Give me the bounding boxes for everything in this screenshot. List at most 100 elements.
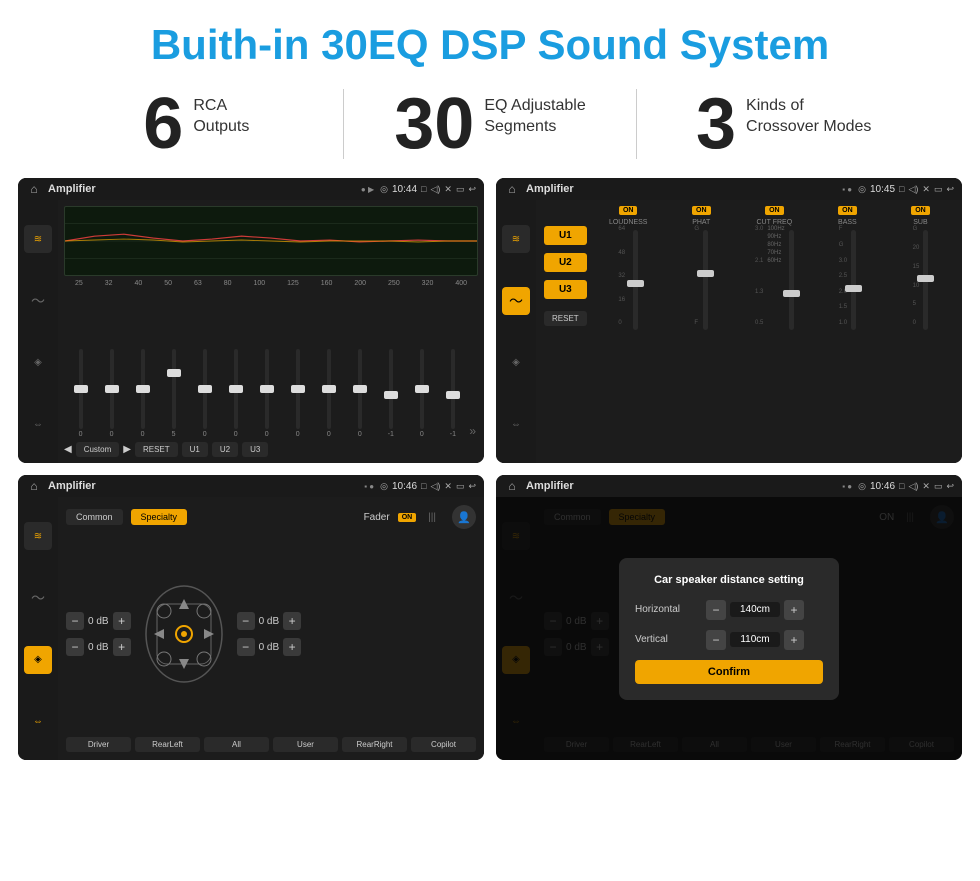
window-icon-2: ▭ — [934, 184, 943, 195]
more-icon[interactable]: » — [469, 424, 476, 438]
on-badge-loudness[interactable]: ON — [619, 206, 638, 215]
mixer-wave-icon[interactable]: 〜 — [502, 287, 530, 315]
tab-common[interactable]: Common — [66, 509, 123, 525]
home-icon-2[interactable]: ⌂ — [504, 181, 520, 197]
track-loudness[interactable] — [633, 230, 638, 330]
back-icon-3[interactable]: ↩ — [468, 481, 476, 492]
window-icon-3: ▭ — [456, 481, 465, 492]
user-btn[interactable]: User — [273, 737, 338, 752]
db-minus-3[interactable]: − — [237, 612, 255, 630]
on-badge-cutfreq[interactable]: ON — [765, 206, 784, 215]
db-minus-2[interactable]: − — [66, 638, 84, 656]
u3-btn-eq[interactable]: U3 — [242, 442, 268, 457]
db-plus-1[interactable]: + — [113, 612, 131, 630]
fader-filter-icon[interactable]: ≋ — [24, 522, 52, 550]
time-1: 10:44 — [392, 184, 417, 195]
track-phat[interactable] — [703, 230, 708, 330]
fader-sliders-icon: ||| — [428, 512, 436, 523]
vertical-minus-btn[interactable]: − — [706, 630, 726, 650]
confirm-button[interactable]: Confirm — [635, 660, 823, 684]
db-row-2: − 0 dB + — [66, 638, 131, 656]
horizontal-minus-btn[interactable]: − — [706, 600, 726, 620]
close-icon-3: ✕ — [444, 481, 452, 492]
location-icon-2: ◎ — [858, 184, 866, 195]
screen-dialog: ⌂ Amplifier ▪ ● ◎ 10:46 □ ◁) ✕ ▭ ↩ ≋ 〜 ◈… — [496, 475, 962, 760]
track-cutfreq[interactable] — [789, 230, 794, 330]
status-icons-1: ◎ 10:44 □ ◁) ✕ ▭ ↩ — [380, 184, 476, 195]
tab-specialty[interactable]: Specialty — [131, 509, 188, 525]
window-icon-4: ▭ — [934, 481, 943, 492]
horizontal-plus-btn[interactable]: + — [784, 600, 804, 620]
eq-speaker-icon[interactable]: ◈ — [24, 349, 52, 377]
eq-arrows-icon[interactable]: ⇔ — [24, 410, 52, 438]
fader-content: ≋ 〜 ◈ ⇔ Common Specialty Fader ON ||| 👤 — [18, 497, 484, 760]
eq-filter-icon[interactable]: ≋ — [24, 225, 52, 253]
rear-right-btn[interactable]: RearRight — [342, 737, 407, 752]
eq-sidebar: ≋ 〜 ◈ ⇔ — [18, 200, 58, 463]
window-icon-1: ▭ — [456, 184, 465, 195]
driver-btn[interactable]: Driver — [66, 737, 131, 752]
db-plus-4[interactable]: + — [283, 638, 301, 656]
status-bar-2: ⌂ Amplifier ▪ ● ◎ 10:45 □ ◁) ✕ ▭ ↩ — [496, 178, 962, 200]
db-plus-2[interactable]: + — [113, 638, 131, 656]
home-icon-4[interactable]: ⌂ — [504, 478, 520, 494]
mixer-speaker-icon[interactable]: ◈ — [502, 349, 530, 377]
home-icon[interactable]: ⌂ — [26, 181, 42, 197]
reset-btn-mixer[interactable]: RESET — [544, 311, 587, 326]
eq-slider-3[interactable]: 0 — [128, 349, 157, 438]
u3-btn[interactable]: U3 — [544, 280, 587, 299]
back-icon-2[interactable]: ↩ — [946, 184, 954, 195]
db-minus-4[interactable]: − — [237, 638, 255, 656]
u2-btn[interactable]: U2 — [544, 253, 587, 272]
back-icon-4[interactable]: ↩ — [946, 481, 954, 492]
vertical-value: 110cm — [730, 632, 780, 647]
on-badge-bass[interactable]: ON — [838, 206, 857, 215]
eq-slider-8[interactable]: 0 — [283, 349, 312, 438]
mixer-main: U1 U2 U3 RESET ON LOUDNESS 644832160 — [536, 200, 962, 463]
eq-slider-7[interactable]: 0 — [252, 349, 281, 438]
eq-slider-6[interactable]: 0 — [221, 349, 250, 438]
eq-slider-5[interactable]: 0 — [190, 349, 219, 438]
eq-slider-2[interactable]: 0 — [97, 349, 126, 438]
next-arrow[interactable]: ▶ — [123, 444, 131, 455]
fader-user-icon[interactable]: 👤 — [452, 505, 476, 529]
vertical-plus-btn[interactable]: + — [784, 630, 804, 650]
fader-right-controls: − 0 dB + − 0 dB + — [237, 537, 302, 731]
status-icons-3: ◎ 10:46 □ ◁) ✕ ▭ ↩ — [380, 481, 476, 492]
u1-btn[interactable]: U1 — [544, 226, 587, 245]
fader-speaker-icon[interactable]: ◈ — [24, 646, 52, 674]
fader-wave-icon[interactable]: 〜 — [24, 584, 52, 612]
eq-slider-1[interactable]: 0 — [66, 349, 95, 438]
reset-btn-eq[interactable]: RESET — [135, 442, 178, 457]
rear-left-btn[interactable]: RearLeft — [135, 737, 200, 752]
eq-slider-4[interactable]: 5 — [159, 349, 188, 438]
page-title: Buith-in 30EQ DSP Sound System — [0, 0, 980, 78]
on-badge-phat[interactable]: ON — [692, 206, 711, 215]
prev-arrow[interactable]: ◀ — [64, 444, 72, 455]
on-badge-fader[interactable]: ON — [398, 513, 417, 522]
eq-slider-10[interactable]: 0 — [345, 349, 374, 438]
fader-sidebar: ≋ 〜 ◈ ⇔ — [18, 497, 58, 760]
back-icon-1[interactable]: ↩ — [468, 184, 476, 195]
track-sub[interactable] — [923, 230, 928, 330]
custom-btn[interactable]: Custom — [76, 442, 120, 457]
mixer-arrows-icon[interactable]: ⇔ — [502, 410, 530, 438]
fader-arrows-icon[interactable]: ⇔ — [24, 707, 52, 735]
eq-slider-9[interactable]: 0 — [314, 349, 343, 438]
home-icon-3[interactable]: ⌂ — [26, 478, 42, 494]
u1-btn-eq[interactable]: U1 — [182, 442, 208, 457]
db-row-1: − 0 dB + — [66, 612, 131, 630]
track-bass[interactable] — [851, 230, 856, 330]
mixer-filter-icon[interactable]: ≋ — [502, 225, 530, 253]
eq-wave-icon[interactable]: 〜 — [24, 287, 52, 315]
db-plus-3[interactable]: + — [283, 612, 301, 630]
on-badge-sub[interactable]: ON — [911, 206, 930, 215]
copilot-btn[interactable]: Copilot — [411, 737, 476, 752]
ch-label-sub: SUB — [887, 219, 954, 226]
db-minus-1[interactable]: − — [66, 612, 84, 630]
eq-slider-11[interactable]: -1 — [376, 349, 405, 438]
eq-slider-12[interactable]: 0 — [407, 349, 436, 438]
eq-slider-13[interactable]: -1 — [438, 349, 467, 438]
all-btn[interactable]: All — [204, 737, 269, 752]
u2-btn-eq[interactable]: U2 — [212, 442, 238, 457]
